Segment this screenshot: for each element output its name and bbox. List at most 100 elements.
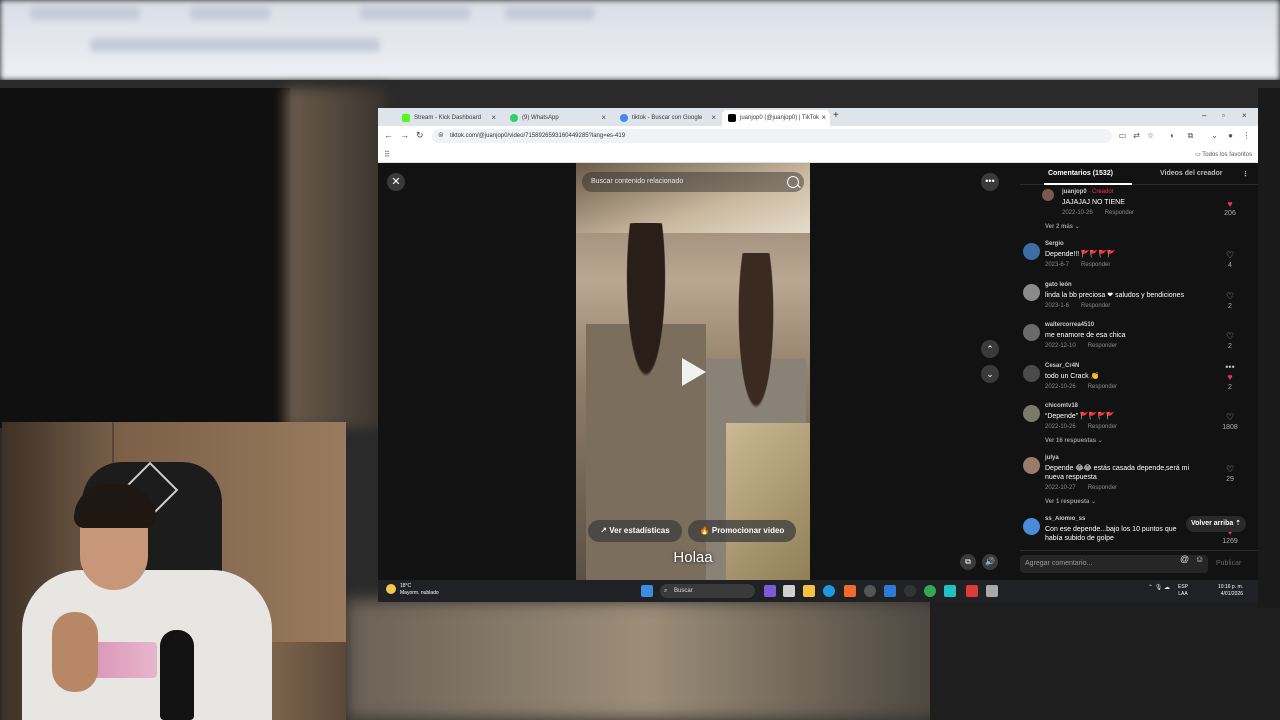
heart-icon[interactable]: ♥ xyxy=(1225,200,1235,209)
mail-icon[interactable] xyxy=(884,585,896,597)
url-field[interactable]: ⊜ tiktok.com/@juanjop0/video/71589265931… xyxy=(432,129,1112,143)
tab-tiktok[interactable]: juanjop0 (@juanjop0) | TikTok × xyxy=(722,110,830,126)
reply-button[interactable]: Responder xyxy=(1105,210,1134,216)
reply-button[interactable]: Responder xyxy=(1088,424,1117,430)
emoji-icon[interactable]: ☺ xyxy=(1195,554,1204,564)
site-info-icon[interactable]: ⊜ xyxy=(438,129,444,143)
cast-icon[interactable]: ▭ xyxy=(1118,131,1127,140)
reply-button[interactable]: Responder xyxy=(1081,262,1110,268)
brave-icon[interactable] xyxy=(844,585,856,597)
comment-username[interactable]: waltercorrea4510 xyxy=(1045,322,1094,328)
start-icon[interactable] xyxy=(641,585,653,597)
comment-username[interactable]: juanjop0 · Creador xyxy=(1062,189,1114,195)
reload-icon[interactable]: ↻ xyxy=(416,130,424,141)
maximize-icon[interactable]: ▫ xyxy=(1222,111,1225,120)
new-tab-button[interactable]: + xyxy=(833,110,839,121)
edge-icon[interactable] xyxy=(823,585,835,597)
heart-icon[interactable]: ♡ xyxy=(1225,251,1235,260)
app-icon[interactable] xyxy=(966,585,978,597)
menu-icon[interactable]: ⋮ xyxy=(1242,131,1251,140)
avatar[interactable] xyxy=(1023,243,1040,260)
chrome-icon[interactable] xyxy=(924,585,936,597)
language-indicator[interactable]: ESP LAA xyxy=(1178,584,1188,598)
more-options-button[interactable]: ••• xyxy=(981,173,999,191)
more-icon[interactable]: ••• xyxy=(1225,363,1235,372)
view-stats-button[interactable]: ↗ Ver estadísticas xyxy=(588,520,682,542)
heart-icon[interactable]: ♥ xyxy=(1225,373,1235,382)
heart-icon[interactable]: ♡ xyxy=(1225,332,1235,341)
close-icon[interactable]: × xyxy=(601,113,606,122)
star-icon[interactable]: ☆ xyxy=(1146,131,1155,140)
volume-icon[interactable]: 🔊 xyxy=(982,554,998,570)
view-more-replies[interactable]: Ver 16 respuestas ⌄ xyxy=(1045,437,1103,444)
avatar[interactable] xyxy=(1023,284,1040,301)
mention-icon[interactable]: @ xyxy=(1180,554,1189,564)
comment-username[interactable]: Cesar_Cr4N xyxy=(1045,363,1079,369)
apps-icon[interactable]: ⠿ xyxy=(384,150,390,159)
close-icon[interactable]: × xyxy=(821,113,826,122)
next-video-button[interactable]: ⌄ xyxy=(981,365,999,383)
play-icon[interactable] xyxy=(682,358,706,386)
promote-video-button[interactable]: 🔥 Promocionar video xyxy=(688,520,796,542)
avatar[interactable] xyxy=(1023,405,1040,422)
translate-icon[interactable]: ⇄ xyxy=(1132,131,1141,140)
forward-icon[interactable]: → xyxy=(400,130,409,140)
app-icon[interactable] xyxy=(986,585,998,597)
previous-video-button[interactable]: ⌃ xyxy=(981,340,999,358)
avatar[interactable] xyxy=(1023,457,1040,474)
obs-icon[interactable] xyxy=(904,585,916,597)
reply-button[interactable]: Responder xyxy=(1081,303,1110,309)
folder-icon[interactable] xyxy=(803,585,815,597)
video-frame[interactable]: Buscar contenido relacionado ↗ Ver estad… xyxy=(576,163,810,581)
extension-icon[interactable]: ◐ xyxy=(1168,131,1177,140)
minimize-icon[interactable]: – xyxy=(1202,111,1206,120)
app-icon[interactable] xyxy=(864,585,876,597)
tray-icons[interactable]: ⌃ 🎙 ☁ xyxy=(1148,584,1170,591)
store-icon[interactable] xyxy=(783,585,795,597)
close-icon[interactable]: × xyxy=(711,113,716,122)
heart-icon[interactable]: ♡ xyxy=(1225,413,1235,422)
view-more-replies[interactable]: Ver 1 respuesta ⌄ xyxy=(1045,498,1096,505)
avatar[interactable] xyxy=(1023,324,1040,341)
tab-creator-videos[interactable]: Videos del creador xyxy=(1160,170,1223,177)
tab-whatsapp[interactable]: (9) WhatsApp × xyxy=(504,110,610,126)
reply-button[interactable]: Responder xyxy=(1088,384,1117,390)
app-icon[interactable] xyxy=(944,585,956,597)
related-search-input[interactable]: Buscar contenido relacionado xyxy=(582,172,804,192)
copilot-icon[interactable] xyxy=(764,585,776,597)
comment-username[interactable]: Sergio xyxy=(1045,241,1064,247)
publish-button[interactable]: Publicar xyxy=(1216,555,1241,573)
comment-username[interactable]: julya xyxy=(1045,455,1059,461)
close-video-button[interactable]: ✕ xyxy=(387,173,405,191)
all-bookmarks-label: Todos los favoritos xyxy=(1202,152,1252,158)
tab-google[interactable]: tiktok - Buscar con Google × xyxy=(614,110,720,126)
tab-search-icon[interactable]: ⌄ xyxy=(1210,131,1219,140)
heart-icon[interactable]: ♡ xyxy=(1225,465,1235,474)
pip-icon[interactable]: ⧉ xyxy=(960,554,976,570)
comment-username[interactable]: chicomtv18 xyxy=(1045,403,1078,409)
avatar[interactable] xyxy=(1023,518,1040,535)
avatar[interactable] xyxy=(1042,189,1054,201)
clock[interactable]: 10:16 p. m. 4/01/2026 xyxy=(1218,584,1243,598)
comment-username[interactable]: ss_Alomio_ss xyxy=(1045,516,1085,522)
comment-date: 2022-10-27 xyxy=(1045,485,1076,491)
reply-button[interactable]: Responder xyxy=(1088,485,1117,491)
back-icon[interactable]: ← xyxy=(384,130,393,140)
tab-comments[interactable]: Comentarios (1532) xyxy=(1048,170,1113,177)
weather-widget[interactable]: 18°C Mayorm. nublado xyxy=(386,583,439,597)
puzzle-icon[interactable]: ⧉ xyxy=(1186,131,1195,140)
scroll-to-top-button[interactable]: Volver arriba ⇡ xyxy=(1186,516,1246,532)
heart-icon[interactable]: ♡ xyxy=(1225,292,1235,301)
avatar[interactable] xyxy=(1023,365,1040,382)
profile-icon[interactable]: ● xyxy=(1226,131,1235,140)
tab-kick[interactable]: Stream - Kick Dashboard × xyxy=(396,110,500,126)
comment-username[interactable]: gato león xyxy=(1045,282,1072,288)
view-more-replies[interactable]: Ver 2 más ⌄ xyxy=(1045,223,1080,230)
all-bookmarks-button[interactable]: ▭ Todos los favoritos xyxy=(1195,151,1252,158)
taskbar-search[interactable]: ⌕ Buscar xyxy=(660,584,755,598)
search-icon[interactable] xyxy=(787,176,799,188)
panel-more-icon[interactable]: ⋮ xyxy=(1242,170,1249,178)
window-close-icon[interactable]: × xyxy=(1242,111,1247,120)
close-icon[interactable]: × xyxy=(491,113,496,122)
reply-button[interactable]: Responder xyxy=(1088,343,1117,349)
